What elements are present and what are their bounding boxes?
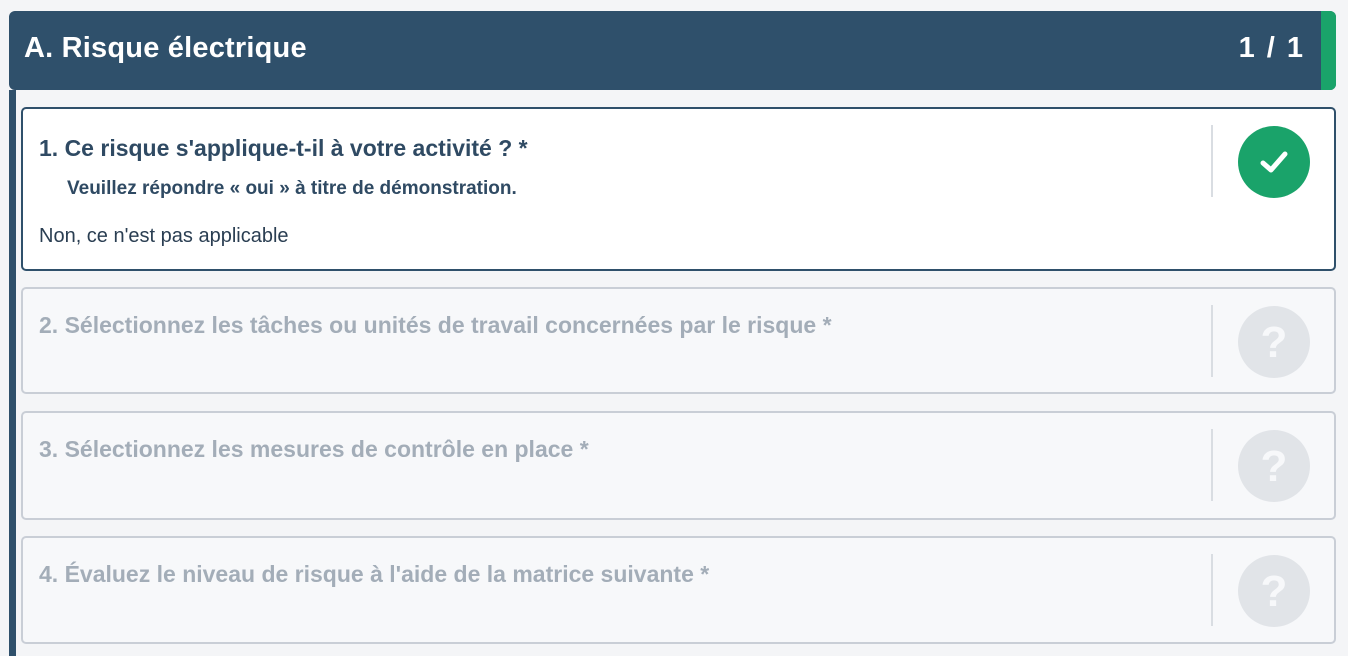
- question-card-1[interactable]: 1. Ce risque s'applique-t-il à votre act…: [21, 107, 1336, 271]
- risk-assessment-panel: A. Risque électrique 1 / 1 1. Ce risque …: [0, 0, 1348, 656]
- question-title: 4. Évaluez le niveau de risque à l'aide …: [39, 561, 710, 587]
- divider: [1211, 125, 1213, 197]
- divider: [1211, 554, 1213, 626]
- divider: [1211, 429, 1213, 501]
- question-title: 3. Sélectionnez les mesures de contrôle …: [39, 436, 589, 462]
- question-card-3[interactable]: 3. Sélectionnez les mesures de contrôle …: [21, 411, 1336, 520]
- section-rail: [9, 90, 16, 656]
- section-title: A. Risque électrique: [24, 32, 307, 64]
- check-icon: [1238, 126, 1310, 198]
- question-hint: Veuillez répondre « oui » à titre de dém…: [67, 178, 517, 199]
- question-answer[interactable]: Non, ce n'est pas applicable: [39, 225, 289, 248]
- question-card-2[interactable]: 2. Sélectionnez les tâches ou unités de …: [21, 287, 1336, 394]
- section-counter: 1 / 1: [1238, 32, 1305, 64]
- question-icon: ?: [1238, 430, 1310, 502]
- divider: [1211, 305, 1213, 377]
- question-icon: ?: [1238, 306, 1310, 378]
- question-title: 2. Sélectionnez les tâches ou unités de …: [39, 312, 832, 338]
- question-icon: ?: [1238, 555, 1310, 627]
- question-card-4[interactable]: 4. Évaluez le niveau de risque à l'aide …: [21, 536, 1336, 644]
- question-title: 1. Ce risque s'applique-t-il à votre act…: [39, 135, 528, 161]
- section-header[interactable]: A. Risque électrique 1 / 1: [9, 11, 1336, 90]
- section-status-accent: [1321, 11, 1336, 90]
